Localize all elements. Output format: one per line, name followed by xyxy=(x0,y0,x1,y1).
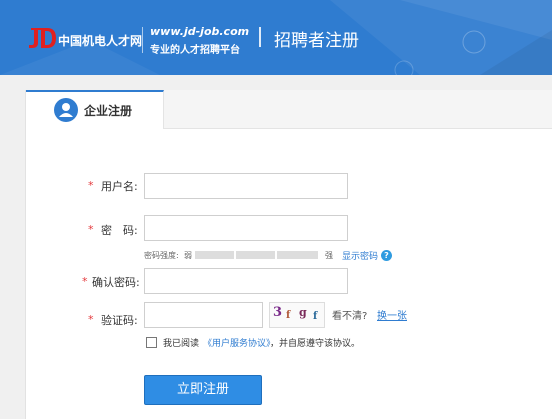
username-label: 用户名: xyxy=(101,180,138,193)
tab-bar: 企业注册 xyxy=(26,90,552,129)
logo-divider xyxy=(142,27,143,53)
site-header: 中国机电人才网 www.jd-job.com 专业的人才招聘平台 招聘者注册 xyxy=(0,0,552,75)
register-button[interactable]: 立即注册 xyxy=(144,375,262,405)
strength-bar-medium xyxy=(236,251,275,259)
password-input[interactable] xyxy=(144,215,348,241)
required-mark: * xyxy=(82,275,88,288)
confirm-password-label: 确认密码: xyxy=(92,276,140,289)
confirm-password-input[interactable] xyxy=(144,268,348,294)
strength-label: 密码强度: xyxy=(144,251,179,260)
page-title: 招聘者注册 xyxy=(274,31,359,51)
captcha-unclear-text: 看不清? xyxy=(332,311,368,322)
strength-bar-weak xyxy=(195,251,234,259)
captcha-refresh-link[interactable]: 换一张 xyxy=(377,307,407,322)
required-mark: * xyxy=(88,179,94,192)
username-input[interactable] xyxy=(144,173,348,199)
required-mark: * xyxy=(88,223,94,236)
user-icon xyxy=(54,98,78,122)
agreement-prefix: 我已阅读 xyxy=(163,339,200,349)
captcha-input[interactable] xyxy=(144,302,263,328)
password-label: 密 码: xyxy=(101,224,138,237)
captcha-label: 验证码: xyxy=(101,314,138,327)
captcha-char: 3 xyxy=(273,305,283,320)
captcha-char: f xyxy=(313,311,318,322)
help-icon[interactable]: ? xyxy=(381,250,392,261)
strength-strong-label: 强 xyxy=(325,251,333,260)
user-agreement-link[interactable]: 《用户服务协议》 xyxy=(203,336,275,349)
agreement-checkbox[interactable] xyxy=(146,337,157,348)
title-divider xyxy=(259,27,261,47)
captcha-char: g xyxy=(299,306,307,319)
captcha-image[interactable]: 3 f g f xyxy=(269,302,325,328)
show-password-link[interactable]: 显示密码 xyxy=(342,249,378,262)
site-slogan: 专业的人才招聘平台 xyxy=(150,45,240,56)
brand-name[interactable]: 中国机电人才网 xyxy=(58,32,142,49)
site-url: www.jd-job.com xyxy=(150,25,250,38)
tab-company-register[interactable]: 企业注册 xyxy=(26,90,164,129)
required-mark: * xyxy=(88,313,94,326)
strength-bar-strong xyxy=(277,251,318,259)
captcha-char: f xyxy=(286,310,291,321)
strength-weak-label: 弱 xyxy=(184,251,192,260)
tab-label: 企业注册 xyxy=(84,104,133,118)
jd-logo-icon[interactable] xyxy=(28,26,58,50)
agreement-suffix: ，并自愿遵守该协议。 xyxy=(270,339,361,349)
